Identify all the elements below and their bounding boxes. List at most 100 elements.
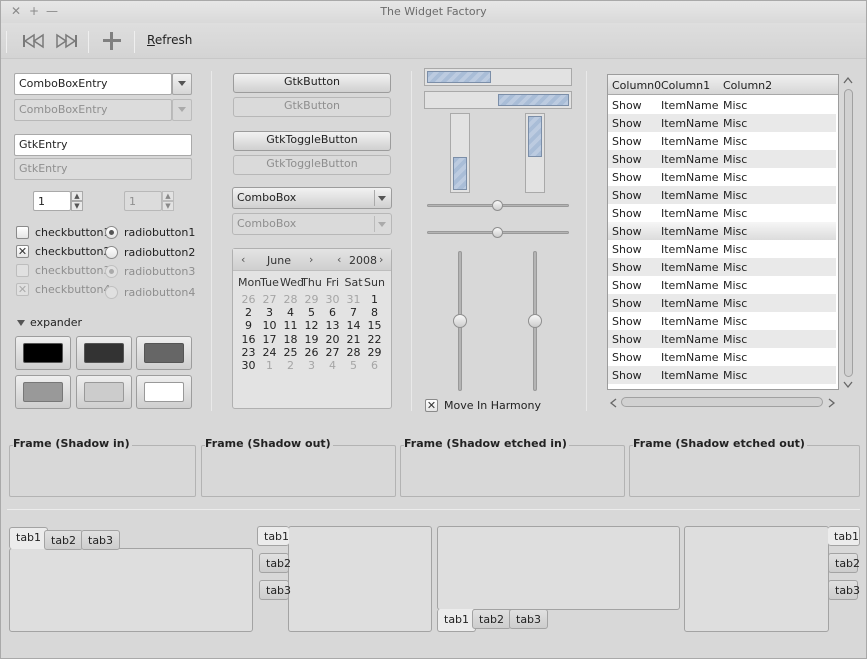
calendar-day[interactable]: 9: [238, 319, 259, 332]
calendar-day[interactable]: 3: [259, 306, 280, 319]
calendar-day[interactable]: 3: [301, 359, 322, 372]
column-header[interactable]: Column1: [661, 79, 710, 92]
radiobutton1-circle[interactable]: [105, 226, 118, 239]
radiobutton2-circle[interactable]: [105, 246, 118, 259]
calendar-day[interactable]: 26: [238, 293, 259, 306]
calendar-day[interactable]: 5: [343, 359, 364, 372]
scroll-down-icon[interactable]: [843, 381, 853, 389]
tree-row[interactable]: Show ItemName Misc: [608, 312, 836, 330]
month-prev-icon[interactable]: ‹: [241, 253, 245, 266]
spin-up-icon[interactable]: ▲: [71, 191, 83, 201]
year-prev-icon[interactable]: ‹: [337, 253, 341, 266]
skip-backward-icon[interactable]: [19, 29, 47, 53]
calendar-day[interactable]: 17: [259, 333, 280, 346]
calendar-day[interactable]: 27: [259, 293, 280, 306]
calendar-day[interactable]: 19: [301, 333, 322, 346]
notebook-bottom-tab2[interactable]: tab2: [472, 609, 512, 629]
calendar-day[interactable]: 30: [322, 293, 343, 306]
calendar-day[interactable]: 31: [343, 293, 364, 306]
tree-row[interactable]: Show ItemName Misc: [608, 366, 836, 384]
notebook-left-tab1[interactable]: tab1: [257, 526, 289, 546]
calendar-day[interactable]: 29: [364, 346, 385, 359]
expander-label[interactable]: expander: [30, 316, 82, 329]
calendar-day[interactable]: 23: [238, 346, 259, 359]
calendar-day[interactable]: 12: [301, 319, 322, 332]
calendar-day[interactable]: 21: [343, 333, 364, 346]
expander-arrow-icon[interactable]: [16, 319, 26, 327]
color-button-mid-gray[interactable]: [15, 375, 71, 409]
calendar-day[interactable]: 1: [259, 359, 280, 372]
color-button-black[interactable]: [15, 336, 71, 370]
tree-row[interactable]: Show ItemName Misc: [608, 258, 836, 276]
calendar-day[interactable]: 7: [343, 306, 364, 319]
horizontal-scrollbar[interactable]: [621, 397, 823, 407]
scroll-up-icon[interactable]: [843, 76, 853, 84]
calendar-day[interactable]: 1: [364, 293, 385, 306]
tree-row[interactable]: Show ItemName Misc: [608, 150, 836, 168]
color-button-white[interactable]: [136, 375, 192, 409]
tree-row[interactable]: Show ItemName Misc: [608, 132, 836, 150]
tree-row[interactable]: Show ItemName Misc: [608, 114, 836, 132]
checkbutton2-label[interactable]: checkbutton2: [35, 245, 111, 258]
horizontal-scale-knob[interactable]: [492, 200, 503, 211]
calendar-day[interactable]: 20: [322, 333, 343, 346]
calendar-day[interactable]: 13: [322, 319, 343, 332]
calendar-day[interactable]: 11: [280, 319, 301, 332]
tree-row[interactable]: Show ItemName Misc: [608, 186, 836, 204]
checkbutton1-box[interactable]: [16, 226, 29, 239]
calendar-day[interactable]: 8: [364, 306, 385, 319]
tree-row[interactable]: Show ItemName Misc: [608, 348, 836, 366]
calendar-day[interactable]: 6: [322, 306, 343, 319]
calendar-day[interactable]: 6: [364, 359, 385, 372]
vertical-scale-knob[interactable]: [528, 314, 542, 328]
move-in-harmony-box[interactable]: ✕: [425, 399, 438, 412]
radiobutton2-label[interactable]: radiobutton2: [124, 246, 195, 259]
combobox-entry-button[interactable]: [172, 73, 192, 95]
calendar-day[interactable]: 2: [238, 306, 259, 319]
gtk-entry[interactable]: GtkEntry: [14, 134, 192, 156]
combobox-entry[interactable]: ComboBoxEntry: [14, 73, 172, 95]
tree-row[interactable]: Show ItemName Misc: [608, 330, 836, 348]
calendar-day[interactable]: 22: [364, 333, 385, 346]
notebook-bottom-tab3[interactable]: tab3: [509, 609, 549, 629]
horizontal-scale-knob[interactable]: [492, 227, 503, 238]
scroll-left-icon[interactable]: [609, 398, 617, 408]
calendar-day[interactable]: 2: [280, 359, 301, 372]
notebook-top-tab1[interactable]: tab1: [9, 527, 49, 549]
notebook-top-tab3[interactable]: tab3: [81, 530, 121, 550]
move-in-harmony-label[interactable]: Move In Harmony: [444, 399, 541, 412]
column-header[interactable]: Column0: [612, 79, 661, 92]
notebook-bottom-tab1[interactable]: tab1: [437, 609, 477, 632]
calendar-day[interactable]: 25: [280, 346, 301, 359]
notebook-right-tab3[interactable]: tab3: [828, 580, 860, 600]
add-icon[interactable]: [99, 28, 125, 52]
calendar-day[interactable]: 18: [280, 333, 301, 346]
checkbutton2-box[interactable]: ✕: [16, 245, 29, 258]
calendar-day[interactable]: 14: [343, 319, 364, 332]
calendar-day[interactable]: 27: [322, 346, 343, 359]
checkbutton1-label[interactable]: checkbutton1: [35, 226, 111, 239]
calendar-day[interactable]: 16: [238, 333, 259, 346]
tree-row[interactable]: Show ItemName Misc: [608, 204, 836, 222]
spin-down-icon[interactable]: ▼: [71, 201, 83, 211]
calendar-day[interactable]: 24: [259, 346, 280, 359]
combobox[interactable]: ComboBox: [232, 187, 392, 209]
notebook-left-tab3[interactable]: tab3: [259, 580, 291, 600]
calendar-day[interactable]: 4: [280, 306, 301, 319]
tree-row[interactable]: Show ItemName Misc: [608, 240, 836, 258]
calendar-day[interactable]: 30: [238, 359, 259, 372]
tree-row[interactable]: Show ItemName Misc: [608, 168, 836, 186]
color-button-light-gray[interactable]: [76, 375, 132, 409]
month-next-icon[interactable]: ›: [309, 253, 313, 266]
calendar-day[interactable]: 29: [301, 293, 322, 306]
calendar-day[interactable]: 26: [301, 346, 322, 359]
notebook-left-tab2[interactable]: tab2: [259, 553, 291, 573]
notebook-right-tab1[interactable]: tab1: [828, 526, 860, 546]
notebook-top-tab2[interactable]: tab2: [44, 530, 84, 550]
calendar-day[interactable]: 10: [259, 319, 280, 332]
calendar-day[interactable]: 15: [364, 319, 385, 332]
tree-row[interactable]: Show ItemName Misc: [608, 222, 836, 240]
color-button-gray[interactable]: [136, 336, 192, 370]
scroll-right-icon[interactable]: [828, 398, 836, 408]
gtk-toggle-button[interactable]: GtkToggleButton: [233, 131, 391, 151]
